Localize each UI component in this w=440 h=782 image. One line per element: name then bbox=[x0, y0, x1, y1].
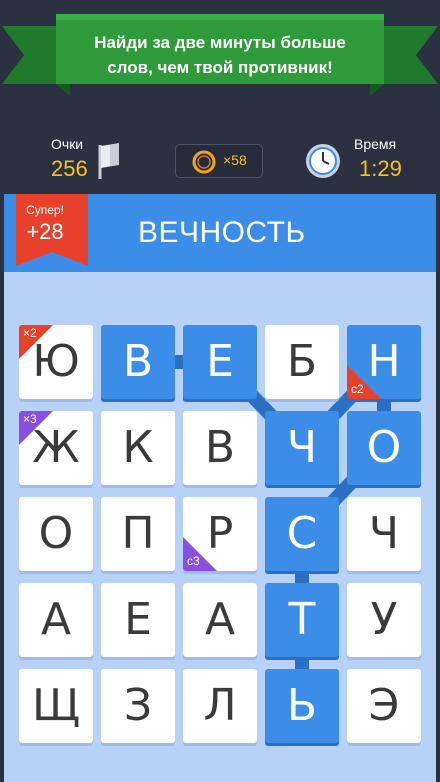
letter-tile[interactable]: З bbox=[101, 669, 175, 743]
letter-tile[interactable]: С bbox=[265, 497, 339, 571]
tile-letter: Ч bbox=[368, 508, 400, 559]
tile-letter: В bbox=[122, 336, 154, 387]
letter-tile[interactable]: Е bbox=[183, 325, 257, 399]
letter-tile[interactable]: П bbox=[101, 497, 175, 571]
letter-tile[interactable]: Ь bbox=[265, 669, 339, 743]
coins-value: ×58 bbox=[223, 152, 247, 168]
tile-letter: Е bbox=[124, 594, 152, 645]
letter-tile[interactable]: Е bbox=[101, 583, 175, 657]
tile-letter: Т bbox=[288, 594, 316, 645]
letter-tile[interactable]: Ж ×3 bbox=[19, 411, 93, 485]
tile-letter: Ь bbox=[286, 680, 318, 731]
letter-tile[interactable]: Нc2 bbox=[347, 325, 421, 399]
tile-letter: Э bbox=[368, 680, 400, 731]
score-label: Очки bbox=[51, 136, 84, 152]
letter-tile[interactable]: Ю ×2 bbox=[19, 325, 93, 399]
tile-letter: С bbox=[286, 508, 318, 559]
score-value: 256 bbox=[51, 156, 88, 181]
letter-tile[interactable]: Л bbox=[183, 669, 257, 743]
letter-tile[interactable]: Б bbox=[265, 325, 339, 399]
tile-letter: З bbox=[123, 680, 153, 731]
letter-tile[interactable]: К bbox=[101, 411, 175, 485]
tile-letter: У bbox=[370, 594, 398, 645]
tile-letter: О bbox=[366, 422, 402, 473]
coin-icon bbox=[192, 150, 216, 174]
letter-tile[interactable]: Т bbox=[265, 583, 339, 657]
tile-letter: А bbox=[40, 594, 72, 645]
time-label: Время bbox=[354, 136, 397, 152]
banner-message: Найди за две минуты больше слов, чем тво… bbox=[94, 33, 346, 77]
tile-letter: Б bbox=[286, 336, 318, 387]
multiplier-text: ×3 bbox=[23, 412, 37, 426]
clock-icon bbox=[306, 144, 340, 178]
tile-letter: Е bbox=[206, 336, 234, 387]
tile-letter: Л bbox=[203, 680, 237, 731]
time-value: 1:29 bbox=[359, 156, 402, 181]
letter-tile[interactable]: Ч bbox=[347, 497, 421, 571]
letter-tile[interactable]: Щ bbox=[19, 669, 93, 743]
tile-letter: Щ bbox=[31, 680, 81, 731]
tile-letter: Ч bbox=[286, 422, 318, 473]
bonus-label: Супер! bbox=[26, 203, 64, 217]
coins-counter: ×58 bbox=[175, 144, 263, 178]
letter-board: Ю ×2 В Е Б Нc2 Ж ×3 К В Ч О О П Рc3 С Ч А Е А Т У Щ З Л Ь Э bbox=[4, 272, 436, 782]
letter-tile[interactable]: А bbox=[19, 583, 93, 657]
flag-icon[interactable] bbox=[95, 141, 123, 181]
letter-tile[interactable]: Рc3 bbox=[183, 497, 257, 571]
multiplier-text: c2 bbox=[351, 382, 364, 396]
tile-letter: А bbox=[204, 594, 236, 645]
letter-tile[interactable]: О bbox=[347, 411, 421, 485]
current-word: ВЕЧНОСТЬ bbox=[138, 216, 306, 249]
letter-tile[interactable]: А bbox=[183, 583, 257, 657]
bonus-value: +28 bbox=[26, 219, 64, 244]
tile-letter: К bbox=[122, 422, 154, 473]
letter-tile[interactable]: Ч bbox=[265, 411, 339, 485]
letter-tile[interactable]: В bbox=[101, 325, 175, 399]
stats-bar: Очки 256 ×58 Время 1:29 bbox=[0, 128, 440, 194]
multiplier-text: c3 bbox=[187, 554, 200, 568]
tile-letter: В bbox=[204, 422, 236, 473]
letter-tile[interactable]: У bbox=[347, 583, 421, 657]
top-banner-area: Найди за две минуты больше слов, чем тво… bbox=[0, 0, 440, 128]
multiplier-text: ×2 bbox=[23, 326, 37, 340]
letter-tile[interactable]: О bbox=[19, 497, 93, 571]
tile-letter: П bbox=[121, 508, 155, 559]
letter-tile[interactable]: Э bbox=[347, 669, 421, 743]
tile-letter: О bbox=[38, 508, 74, 559]
letter-tile[interactable]: В bbox=[183, 411, 257, 485]
